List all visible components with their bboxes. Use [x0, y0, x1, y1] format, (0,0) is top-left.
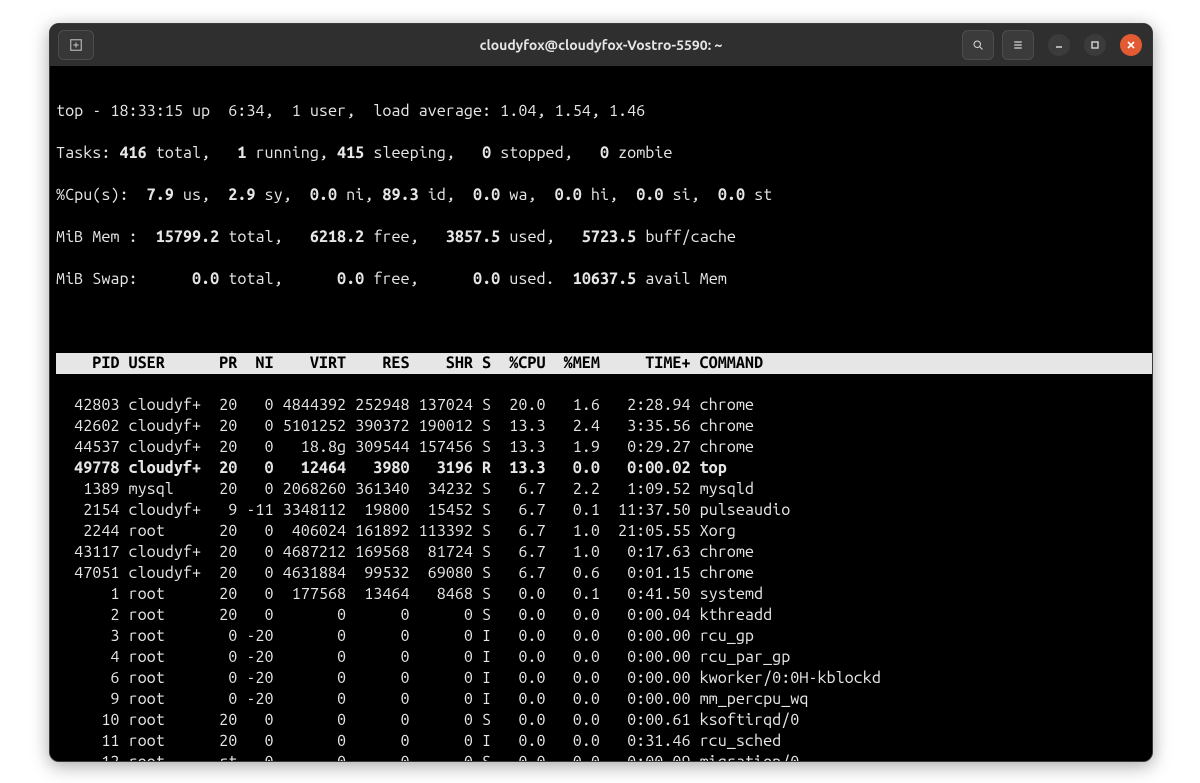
titlebar: cloudyfox@cloudyfox-Vostro-5590: ~	[50, 24, 1152, 67]
process-row: 9 root 0 -20 0 0 0 I 0.0 0.0 0:00.00 mm_…	[56, 689, 1152, 710]
process-row: 4 root 0 -20 0 0 0 I 0.0 0.0 0:00.00 rcu…	[56, 647, 1152, 668]
process-row: 49778 cloudyf+ 20 0 12464 3980 3196 R 13…	[56, 458, 1152, 479]
process-row: 42602 cloudyf+ 20 0 5101252 390372 19001…	[56, 416, 1152, 437]
top-summary-mem: MiB Mem : 15799.2 total, 6218.2 free, 38…	[56, 227, 1152, 248]
maximize-button[interactable]	[1084, 34, 1106, 56]
process-row: 12 root rt 0 0 0 0 S 0.0 0.0 0:00.09 mig…	[56, 752, 1152, 762]
process-row: 42803 cloudyf+ 20 0 4844392 252948 13702…	[56, 395, 1152, 416]
process-table-body: 42803 cloudyf+ 20 0 4844392 252948 13702…	[56, 395, 1152, 762]
process-row: 3 root 0 -20 0 0 0 I 0.0 0.0 0:00.00 rcu…	[56, 626, 1152, 647]
menu-button[interactable]	[1002, 30, 1034, 60]
process-row: 43117 cloudyf+ 20 0 4687212 169568 81724…	[56, 542, 1152, 563]
process-row: 2244 root 20 0 406024 161892 113392 S 6.…	[56, 521, 1152, 542]
hamburger-icon	[1012, 39, 1024, 51]
process-row: 47051 cloudyf+ 20 0 4631884 99532 69080 …	[56, 563, 1152, 584]
process-row: 1 root 20 0 177568 13464 8468 S 0.0 0.1 …	[56, 584, 1152, 605]
new-tab-button[interactable]	[58, 30, 94, 60]
process-row: 6 root 0 -20 0 0 0 I 0.0 0.0 0:00.00 kwo…	[56, 668, 1152, 689]
process-row: 2154 cloudyf+ 9 -11 3348112 19800 15452 …	[56, 500, 1152, 521]
close-button[interactable]	[1120, 34, 1142, 56]
blank-line	[56, 311, 1152, 332]
top-summary-tasks: Tasks: 416 total, 1 running, 415 sleepin…	[56, 143, 1152, 164]
process-table-header: PID USER PR NI VIRT RES SHR S %CPU %MEM …	[56, 353, 1152, 374]
process-row: 1389 mysql 20 0 2068260 361340 34232 S 6…	[56, 479, 1152, 500]
terminal-body[interactable]: top - 18:33:15 up 6:34, 1 user, load ave…	[50, 66, 1152, 761]
top-summary-line-1: top - 18:33:15 up 6:34, 1 user, load ave…	[56, 101, 1152, 122]
process-row: 44537 cloudyf+ 20 0 18.8g 309544 157456 …	[56, 437, 1152, 458]
close-icon	[1125, 39, 1137, 51]
minimize-icon	[1053, 39, 1065, 51]
process-row: 11 root 20 0 0 0 0 I 0.0 0.0 0:31.46 rcu…	[56, 731, 1152, 752]
search-button[interactable]	[962, 30, 994, 60]
search-icon	[972, 39, 984, 51]
maximize-icon	[1089, 39, 1101, 51]
minimize-button[interactable]	[1048, 34, 1070, 56]
process-row: 10 root 20 0 0 0 0 S 0.0 0.0 0:00.61 kso…	[56, 710, 1152, 731]
top-summary-cpu: %Cpu(s): 7.9 us, 2.9 sy, 0.0 ni, 89.3 id…	[56, 185, 1152, 206]
top-summary-swap: MiB Swap: 0.0 total, 0.0 free, 0.0 used.…	[56, 269, 1152, 290]
process-row: 2 root 20 0 0 0 0 S 0.0 0.0 0:00.04 kthr…	[56, 605, 1152, 626]
terminal-window: cloudyfox@cloudyfox-Vostro-5590: ~	[49, 23, 1153, 762]
new-tab-icon	[69, 38, 83, 52]
